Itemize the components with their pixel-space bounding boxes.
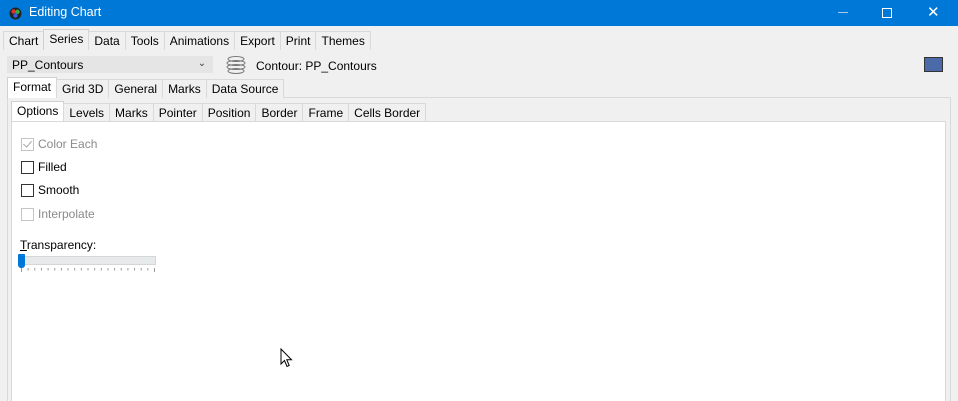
tab-print[interactable]: Print [279,31,317,50]
close-button[interactable]: ✕ [910,0,956,26]
title-bar: Editing Chart ✕ [0,0,958,26]
series-tab-grid-3d[interactable]: Grid 3D [56,79,110,98]
series-select-value: PP_Contours [12,58,84,72]
format-tab-position[interactable]: Position [201,103,257,122]
color-each-box[interactable] [21,137,34,151]
mouse-cursor-icon [280,348,293,368]
interpolate-label: Interpolate [38,207,95,221]
minimize-button[interactable] [820,0,866,26]
series-tab-data-source[interactable]: Data Source [205,79,285,98]
format-tab-cells-border[interactable]: Cells Border [348,103,427,122]
filled-checkbox[interactable]: Filled [21,160,67,174]
interpolate-checkbox[interactable]: Interpolate [21,207,95,221]
check-mark-icon [23,137,32,148]
smooth-box[interactable] [21,183,34,197]
series-color-button[interactable] [924,57,943,72]
format-tab-border[interactable]: Border [255,103,304,122]
window-title: Editing Chart [29,5,102,19]
transparency-slider-track[interactable] [19,256,156,265]
tab-animations[interactable]: Animations [163,31,236,50]
contour-series-icon [226,56,246,74]
series-select[interactable]: PP_Contours ⌄ [7,56,213,73]
format-tab-options[interactable]: Options [11,101,65,122]
filled-label: Filled [38,160,67,174]
app-icon [9,7,22,20]
transparency-label: Transparency: [20,238,96,252]
tab-tools[interactable]: Tools [124,31,165,50]
interpolate-box[interactable] [21,207,34,221]
editor-tabs: Chart Series Data Tools Animations Export Prin… [3,29,371,50]
slider-ticks [21,268,155,272]
close-icon: ✕ [927,4,940,21]
format-tab-pointer[interactable]: Pointer [152,103,203,122]
format-tab-levels[interactable]: Levels [63,103,111,122]
smooth-checkbox[interactable]: Smooth [21,183,79,197]
tab-data[interactable]: Data [88,31,126,50]
maximize-icon [882,8,892,18]
smooth-label: Smooth [38,183,80,197]
series-type-label: Contour: PP_Contours [256,59,377,73]
format-tab-marks[interactable]: Marks [109,103,154,122]
format-tab-frame[interactable]: Frame [302,103,350,122]
maximize-button[interactable] [864,0,910,26]
color-each-label: Color Each [38,137,98,151]
minimize-icon [838,12,848,13]
series-tab-general[interactable]: General [108,79,164,98]
tab-export[interactable]: Export [234,31,281,50]
filled-box[interactable] [21,160,34,174]
series-tabs: Format Grid 3D General Marks Data Source [7,77,285,98]
tab-themes[interactable]: Themes [315,31,371,50]
chevron-down-icon[interactable]: ⌄ [195,58,209,69]
transparency-slider-thumb[interactable] [18,254,25,268]
tab-series[interactable]: Series [43,29,90,50]
transparency-accelerator: T [20,238,27,252]
tab-chart[interactable]: Chart [3,31,45,50]
series-tab-marks[interactable]: Marks [162,79,207,98]
color-each-checkbox[interactable]: Color Each [21,137,97,151]
format-tabs: Options Levels Marks Pointer Position Border F… [11,101,427,122]
transparency-label-text: ransparency: [26,238,97,252]
series-tab-format[interactable]: Format [7,77,58,98]
